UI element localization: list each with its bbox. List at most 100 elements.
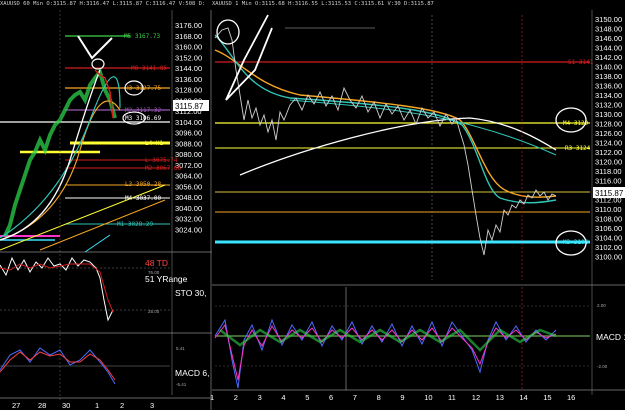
right-level-label-0: S1 3141 bbox=[568, 59, 594, 66]
left-sto-label: STO 30, bbox=[175, 288, 207, 298]
right-price-tick: 3116.00 bbox=[595, 177, 622, 186]
left-date-tick: 30 bbox=[62, 401, 70, 410]
right-price-tick: 3134.00 bbox=[595, 91, 622, 100]
left-sto-d bbox=[0, 263, 114, 313]
right-time-tick: 13 bbox=[496, 393, 504, 402]
left-level-label-8: L3 3050.28 bbox=[125, 181, 162, 188]
right-time-tick: 12 bbox=[472, 393, 480, 402]
left-price-tick: 3040.00 bbox=[175, 204, 202, 213]
left-macd-tick-2: -5.41 bbox=[176, 382, 187, 387]
right-price-tick: 3144.00 bbox=[595, 44, 622, 53]
right-price-tick: 3130.00 bbox=[595, 110, 622, 119]
left-price-tick: 3080.00 bbox=[175, 150, 202, 159]
left-axis-cover bbox=[173, 237, 209, 246]
left-check-drawing bbox=[77, 35, 113, 60]
right-price-tick: 3110.00 bbox=[595, 205, 622, 214]
right-price-axis: 3150.003148.003146.003144.003142.003140.… bbox=[595, 15, 622, 262]
left-trend-3 bbox=[84, 234, 111, 253]
right-price-tick: 3104.00 bbox=[595, 234, 622, 243]
right-level-label-3: M3 3106 bbox=[563, 239, 589, 246]
right-price-tick: 3108.00 bbox=[595, 215, 622, 224]
left-macd-tick-1: 5.41 bbox=[176, 346, 185, 351]
left-price-tick: 3160.00 bbox=[175, 43, 202, 52]
right-macd-line bbox=[214, 318, 557, 389]
right-macd-tick-2: -2.00 bbox=[597, 364, 608, 369]
left-sto-tick-1: 76.00 bbox=[148, 270, 160, 275]
right-time-tick: 15 bbox=[543, 393, 551, 402]
left-macd-label: MACD 6, bbox=[175, 368, 209, 378]
right-time-axis: 1 2 3 4 5 6 7 8 9 10 11 12 13 14 15 16 bbox=[210, 393, 575, 402]
left-level-label-3: M2 3117.32 bbox=[125, 107, 162, 114]
right-time-tick: 14 bbox=[519, 393, 527, 402]
left-yrange-label: 51 YRange bbox=[145, 274, 188, 284]
left-date-tick: 2 bbox=[120, 401, 124, 410]
right-price-tick: 3100.00 bbox=[595, 253, 622, 262]
right-macd-label: MACD 1 bbox=[596, 332, 625, 342]
left-price-axis: 3176.00 3168.00 3160.003152.00 3144.00 3136.… bbox=[175, 21, 202, 245]
left-price-tick: 3048.00 bbox=[175, 193, 202, 202]
right-time-tick: 16 bbox=[567, 393, 575, 402]
left-ema-teal bbox=[0, 76, 121, 239]
left-level-label-1: M0 3141.85 bbox=[131, 65, 168, 72]
left-price-tick: 3136.00 bbox=[175, 75, 202, 84]
right-time-tick: 9 bbox=[400, 393, 404, 402]
right-price-tick: 3118.00 bbox=[595, 167, 622, 176]
right-price-tick: 3102.00 bbox=[595, 243, 622, 252]
right-price-tick: 3146.00 bbox=[595, 34, 622, 43]
right-price-tick: 3140.00 bbox=[595, 63, 622, 72]
left-sto-k bbox=[0, 256, 114, 322]
right-macd-pane[interactable] bbox=[214, 287, 590, 390]
left-date-tick: 27 bbox=[12, 401, 20, 410]
left-price-tick: 3144.00 bbox=[175, 64, 202, 73]
charts-canvas: 3176.003168.003160.003152.003144.003136.… bbox=[0, 10, 625, 410]
left-level-label-6: L 3075.74 bbox=[145, 157, 178, 164]
left-date-tick: 1 bbox=[95, 401, 99, 410]
left-macd-pane[interactable] bbox=[0, 347, 170, 385]
left-price-tick: 3168.00 bbox=[175, 32, 202, 41]
left-price-tick: 3088.00 bbox=[175, 139, 202, 148]
right-time-tick: 4 bbox=[281, 393, 285, 402]
left-td-label: 48 TD bbox=[145, 258, 168, 268]
right-current-price: 3115.87 bbox=[595, 189, 624, 198]
right-price-tick: 3136.00 bbox=[595, 82, 622, 91]
left-date-axis: 27 28 30 1 2 3 bbox=[12, 401, 154, 410]
right-level-label-1: M4 3129 bbox=[563, 120, 589, 127]
left-level-label-0: M5 3167.73 bbox=[124, 33, 161, 40]
right-ema-white bbox=[239, 117, 557, 176]
left-price-tick: 3056.00 bbox=[175, 182, 202, 191]
left-date-tick: 28 bbox=[38, 401, 46, 410]
left-level-label-10: M1 3028.29 bbox=[117, 221, 154, 228]
left-current-price: 3115.87 bbox=[175, 102, 204, 111]
right-price-tick: 3138.00 bbox=[595, 72, 622, 81]
left-price-tick: 3104.00 bbox=[175, 118, 202, 127]
right-price-tick: 3150.00 bbox=[595, 15, 622, 24]
right-price-tick: 3142.00 bbox=[595, 53, 622, 62]
right-macd-tick-1: 2.00 bbox=[597, 303, 606, 308]
right-price-tick: 3122.00 bbox=[595, 148, 622, 157]
right-time-tick: 11 bbox=[448, 393, 456, 402]
right-price-tick: 3126.00 bbox=[595, 129, 622, 138]
left-price-tick: 3128.00 bbox=[175, 86, 202, 95]
right-price-tick: 3106.00 bbox=[595, 224, 622, 233]
left-level-label-2: H3 3127.75 bbox=[125, 85, 162, 92]
right-level-label-2: R3 3124 bbox=[565, 145, 591, 152]
right-time-tick: 3 bbox=[258, 393, 262, 402]
left-price-tick: 3096.00 bbox=[175, 129, 202, 138]
right-ema-teal bbox=[214, 34, 557, 204]
left-level-label-5: L4 H1 bbox=[145, 140, 164, 147]
left-level-label-4: M3 3106.69 bbox=[125, 115, 162, 122]
right-time-tick: 2 bbox=[234, 393, 238, 402]
right-time-tick: 8 bbox=[377, 393, 381, 402]
right-time-tick: 7 bbox=[353, 393, 357, 402]
right-time-tick: 6 bbox=[329, 393, 333, 402]
right-price-pane[interactable] bbox=[214, 14, 590, 280]
left-level-label-9: M4 3037.00 bbox=[125, 195, 162, 202]
right-time-tick: 1 bbox=[210, 393, 214, 402]
left-level-label-7: M2 3067.66 bbox=[145, 165, 182, 172]
left-price-tick: 3032.00 bbox=[175, 215, 202, 224]
right-price-tick: 3132.00 bbox=[595, 101, 622, 110]
left-sto-tick-2: 25.00 bbox=[148, 309, 160, 314]
right-time-tick: 5 bbox=[305, 393, 309, 402]
right-price-tick: 3120.00 bbox=[595, 158, 622, 167]
right-time-tick: 10 bbox=[424, 393, 432, 402]
